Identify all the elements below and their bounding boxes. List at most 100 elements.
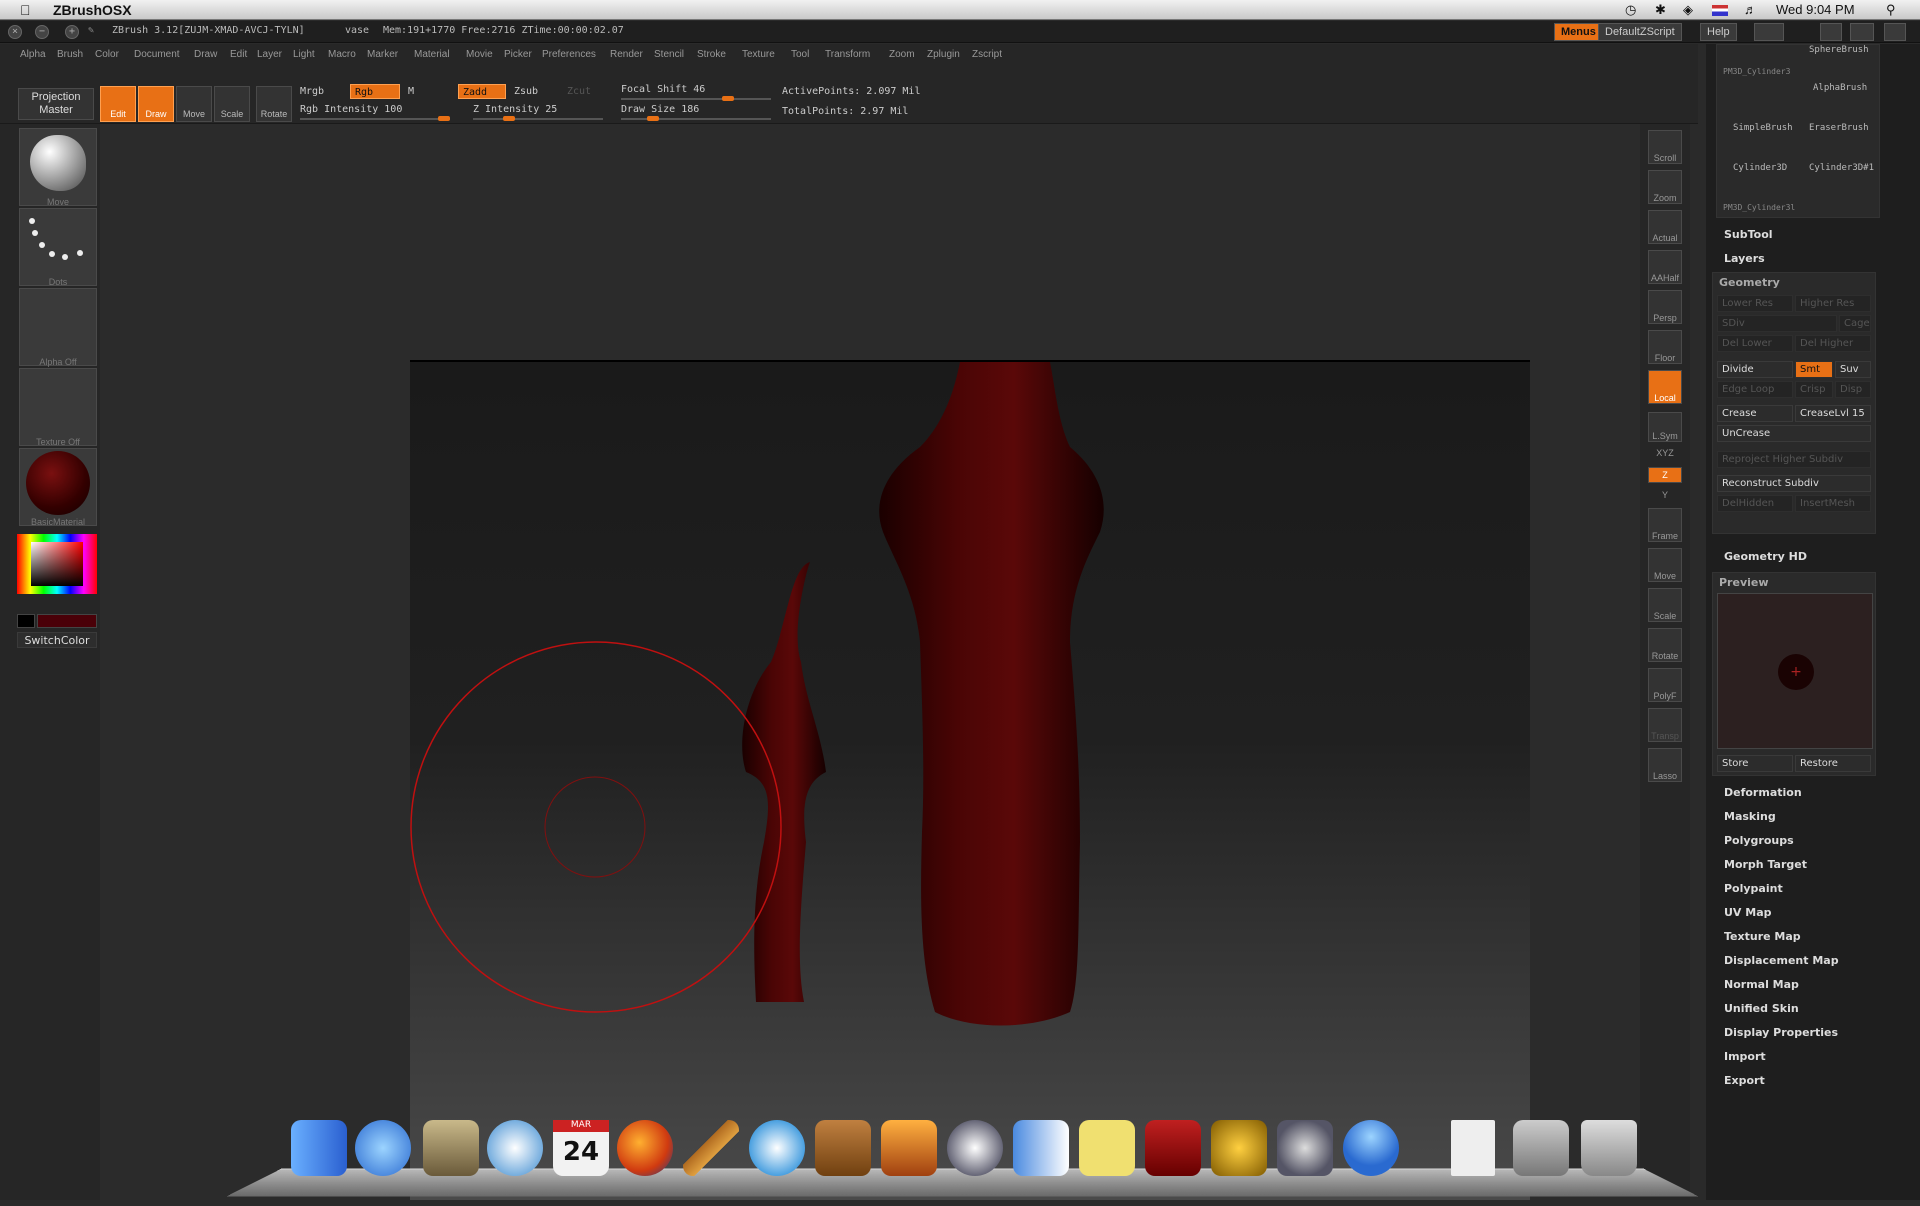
apple-icon[interactable]:  xyxy=(20,2,31,18)
aahalf-button[interactable]: AAHalf xyxy=(1648,250,1682,284)
scale-view-button[interactable]: Scale xyxy=(1648,588,1682,622)
preview-viewport[interactable]: + xyxy=(1717,593,1873,749)
scroll-button[interactable]: Scroll xyxy=(1648,130,1682,164)
subtool-section[interactable]: SubTool xyxy=(1724,228,1773,241)
local-button[interactable]: Local xyxy=(1648,370,1682,404)
menu-tool[interactable]: Tool xyxy=(791,49,809,60)
thumb-pm3d-cylinder[interactable]: PM3D_Cylinder3 xyxy=(1723,67,1790,76)
menu-zscript[interactable]: Zscript xyxy=(972,49,1002,60)
layers-section[interactable]: Layers xyxy=(1724,252,1765,265)
alpha-picker[interactable]: Alpha Off xyxy=(19,288,97,367)
time-machine-icon[interactable]: ◷ xyxy=(1625,2,1636,18)
insert-mesh-button[interactable]: InsertMesh xyxy=(1795,495,1871,512)
flag-icon[interactable] xyxy=(1712,5,1728,16)
morph-target-section[interactable]: Morph Target xyxy=(1724,858,1807,871)
geometry-header[interactable]: Geometry xyxy=(1719,276,1780,289)
projection-master-button[interactable]: Projection Master xyxy=(18,88,94,120)
del-higher-button[interactable]: Del Higher xyxy=(1795,335,1871,352)
thumb-alphabrush[interactable]: AlphaBrush xyxy=(1813,83,1867,93)
thumb-cylinder3d-1[interactable]: Cylinder3D#1 xyxy=(1809,163,1874,173)
menu-material[interactable]: Material xyxy=(414,49,450,60)
menu-stencil[interactable]: Stencil xyxy=(654,49,684,60)
menu-macro[interactable]: Macro xyxy=(328,49,356,60)
crease-level-slider[interactable]: CreaseLvl 15 xyxy=(1795,405,1871,422)
restore-button[interactable]: Restore xyxy=(1795,755,1871,772)
menu-transform[interactable]: Transform xyxy=(825,49,870,60)
main-color-swatch[interactable] xyxy=(37,614,97,628)
crisp-toggle[interactable]: Crisp xyxy=(1795,381,1833,398)
document-canvas[interactable] xyxy=(410,360,1530,1200)
mrgb-toggle[interactable]: Mrgb xyxy=(300,86,324,97)
persp-button[interactable]: Persp xyxy=(1648,290,1682,324)
thumb-cylinder3d[interactable]: Cylinder3D xyxy=(1733,163,1787,173)
rgb-intensity-label[interactable]: Rgb Intensity 100 xyxy=(300,104,402,115)
pen-app-icon[interactable] xyxy=(947,1120,1003,1176)
divide-button[interactable]: Divide xyxy=(1717,361,1793,378)
safari-icon[interactable] xyxy=(487,1120,543,1176)
wifi-icon[interactable]: ◈ xyxy=(1683,2,1693,18)
rgb-intensity-knob[interactable] xyxy=(438,116,450,121)
thumb-pm3d-cylinder-2[interactable]: PM3D_Cylinder3l xyxy=(1723,203,1795,212)
focal-shift-knob[interactable] xyxy=(721,96,734,101)
m-toggle[interactable]: M xyxy=(408,86,414,97)
sdiv-slider[interactable]: SDiv xyxy=(1717,315,1837,332)
menu-zoom[interactable]: Zoom xyxy=(889,49,915,60)
lower-res-button[interactable]: Lower Res xyxy=(1717,295,1793,312)
menu-alpha[interactable]: Alpha xyxy=(20,49,46,60)
draw-size-label[interactable]: Draw Size 186 xyxy=(621,104,699,115)
move-tool-button[interactable]: Move xyxy=(176,86,212,122)
lsym-button[interactable]: L.Sym xyxy=(1648,412,1682,442)
menu-movie[interactable]: Movie xyxy=(466,49,493,60)
color-scheme-icon[interactable] xyxy=(1820,23,1842,41)
actual-button[interactable]: Actual xyxy=(1648,210,1682,244)
polypaint-section[interactable]: Polypaint xyxy=(1724,882,1783,895)
imovie-icon[interactable] xyxy=(1211,1120,1267,1176)
rotate-view-button[interactable]: Rotate xyxy=(1648,628,1682,662)
zadd-toggle[interactable]: Zadd xyxy=(458,84,506,99)
z-intensity-slider[interactable] xyxy=(473,116,603,121)
app-name[interactable]: ZBrushOSX xyxy=(53,2,132,18)
disp-slider[interactable]: Disp xyxy=(1835,381,1871,398)
edit-tool-button[interactable]: Edit xyxy=(100,86,136,122)
mail-icon[interactable] xyxy=(423,1120,479,1176)
displacement-map-section[interactable]: Displacement Map xyxy=(1724,954,1839,967)
draw-size-knob[interactable] xyxy=(646,116,659,121)
trash-icon[interactable] xyxy=(1581,1120,1637,1176)
del-hidden-button[interactable]: DelHidden xyxy=(1717,495,1793,512)
thumb-spherebrush[interactable]: SphereBrush xyxy=(1809,45,1869,55)
messenger-icon[interactable] xyxy=(1343,1120,1399,1176)
menu-zplugin[interactable]: Zplugin xyxy=(927,49,960,60)
store-button[interactable]: Store xyxy=(1717,755,1793,772)
menu-preferences[interactable]: Preferences xyxy=(542,49,596,60)
menu-stroke[interactable]: Stroke xyxy=(697,49,726,60)
polygroups-section[interactable]: Polygroups xyxy=(1724,834,1794,847)
keynote-icon[interactable] xyxy=(815,1120,871,1176)
import-section[interactable]: Import xyxy=(1724,1050,1766,1063)
higher-res-button[interactable]: Higher Res xyxy=(1795,295,1871,312)
reconstruct-subdiv-button[interactable]: Reconstruct Subdiv xyxy=(1717,475,1871,492)
server-icon[interactable] xyxy=(1513,1120,1569,1176)
del-lower-button[interactable]: Del Lower xyxy=(1717,335,1793,352)
xyz-button[interactable]: XYZ xyxy=(1648,446,1682,462)
menu-brush[interactable]: Brush xyxy=(57,49,83,60)
zcut-toggle[interactable]: Zcut xyxy=(567,86,591,97)
maximize-icon[interactable]: + xyxy=(65,25,79,39)
menu-texture[interactable]: Texture xyxy=(742,49,775,60)
stroke-picker[interactable]: Dots xyxy=(19,208,97,287)
z-intensity-label[interactable]: Z Intensity 25 xyxy=(473,104,557,115)
focal-shift-slider[interactable] xyxy=(621,96,771,101)
deformation-section[interactable]: Deformation xyxy=(1724,786,1802,799)
zoom-button[interactable]: Zoom xyxy=(1648,170,1682,204)
clock[interactable]: Wed 9:04 PM xyxy=(1776,2,1855,17)
menu-marker[interactable]: Marker xyxy=(367,49,398,60)
texture-picker[interactable]: Texture Off xyxy=(19,368,97,447)
menus-button[interactable]: Menus xyxy=(1554,23,1603,41)
floor-button[interactable]: Floor xyxy=(1648,330,1682,364)
iphoto-icon[interactable] xyxy=(881,1120,937,1176)
normal-map-section[interactable]: Normal Map xyxy=(1724,978,1799,991)
garageband-icon[interactable] xyxy=(683,1120,739,1176)
zbrush-dock-icon[interactable] xyxy=(1277,1120,1333,1176)
numbers-icon[interactable] xyxy=(1013,1120,1069,1176)
cage-button[interactable]: Cage xyxy=(1839,315,1871,332)
close-icon[interactable]: × xyxy=(8,25,22,39)
